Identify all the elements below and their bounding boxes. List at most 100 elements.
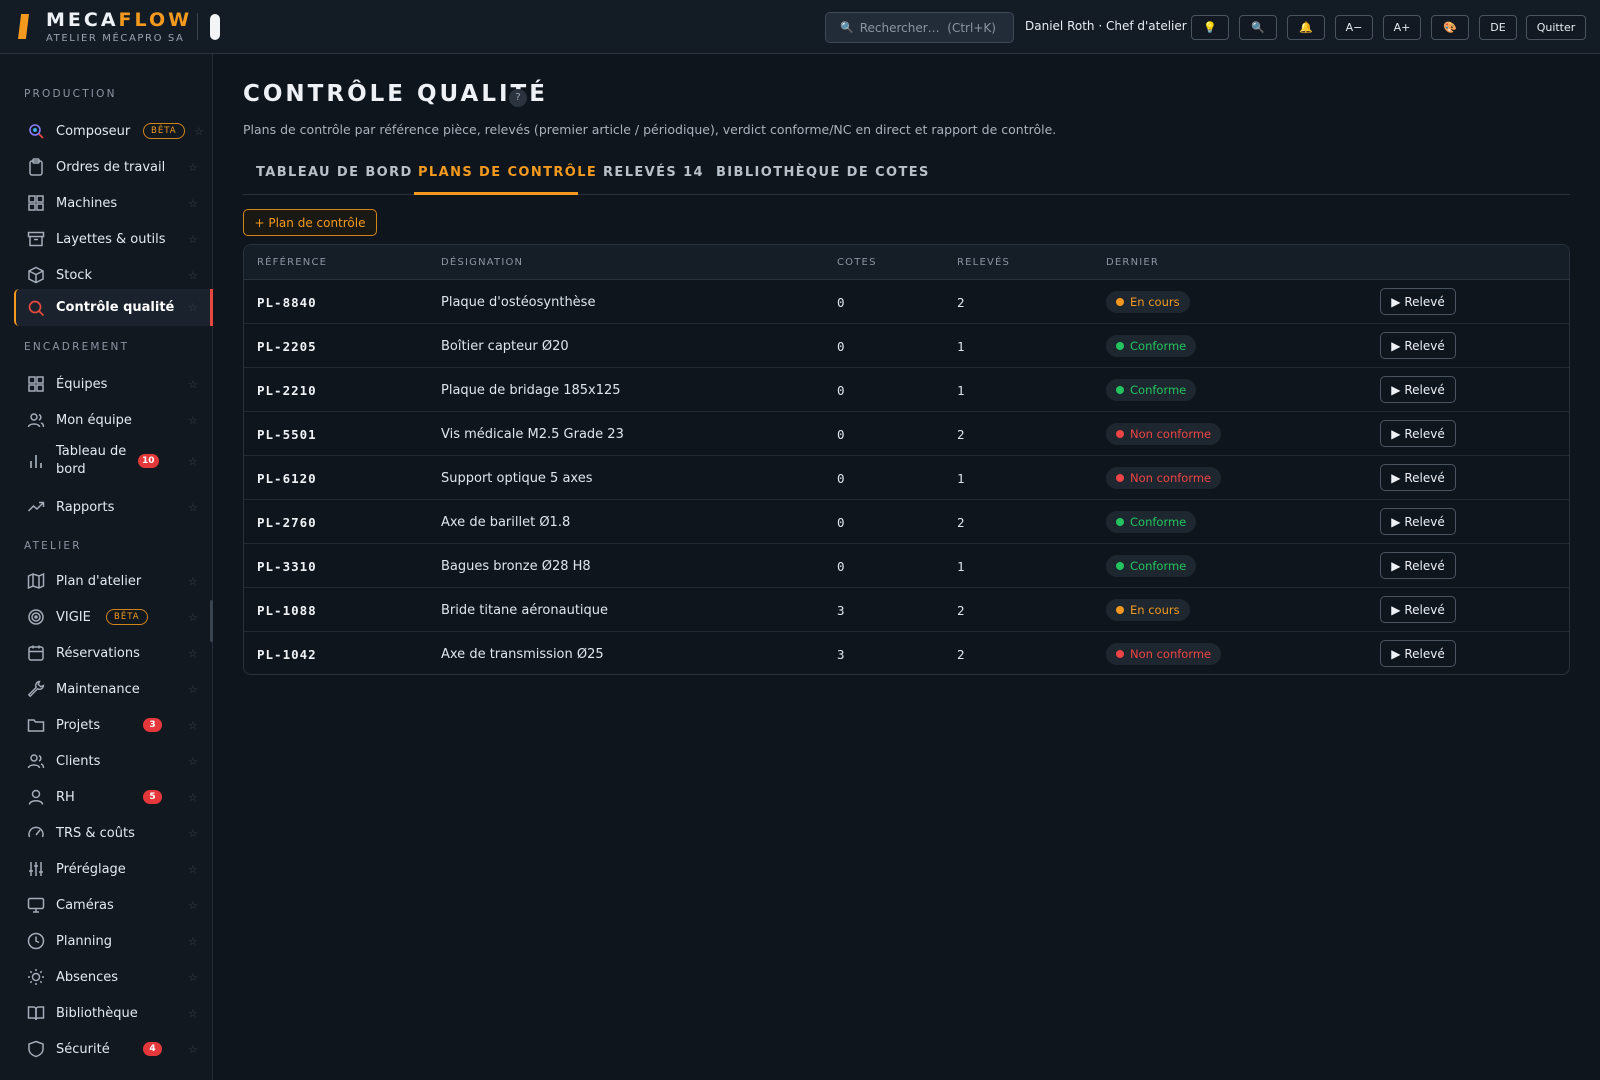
language-button[interactable]: DE (1479, 15, 1517, 40)
font-increase-button[interactable]: A+ (1383, 15, 1421, 40)
column-header-designation[interactable]: DÉSIGNATION (441, 257, 523, 268)
sidebar-item-ordres-de-travail[interactable]: Ordres de travail ☆ (14, 152, 213, 182)
releve-button[interactable]: ▶ Relevé (1380, 288, 1456, 315)
sidebar-item-equipes[interactable]: Équipes ☆ (14, 369, 213, 399)
notifications-button[interactable]: 🔔 (1287, 15, 1325, 40)
tab-tableau-de-bord[interactable]: TABLEAU DE BORD (256, 165, 413, 180)
star-icon[interactable]: ☆ (188, 827, 198, 840)
star-icon[interactable]: ☆ (188, 161, 198, 174)
sidebar-item-cameras[interactable]: Caméras ☆ (14, 890, 213, 920)
sidebar-toggle[interactable] (210, 14, 220, 40)
search-icon (28, 300, 45, 316)
table-row[interactable]: PL-1088 Bride titane aéronautique 3 2 En… (244, 588, 1569, 632)
table-row[interactable]: PL-2760 Axe de barillet Ø1.8 0 2 Conform… (244, 500, 1569, 544)
star-icon[interactable]: ☆ (188, 414, 198, 427)
star-icon[interactable]: ☆ (188, 301, 198, 314)
table-row[interactable]: PL-8840 Plaque d'ostéosynthèse 0 2 En co… (244, 280, 1569, 324)
star-icon[interactable]: ☆ (188, 575, 198, 588)
releves-cell: 1 (957, 559, 965, 574)
font-decrease-button[interactable]: A− (1335, 15, 1373, 40)
table-row[interactable]: PL-3310 Bagues bronze Ø28 H8 0 1 Conform… (244, 544, 1569, 588)
sidebar-item-machines[interactable]: Machines ☆ (14, 188, 213, 218)
releve-button[interactable]: ▶ Relevé (1380, 420, 1456, 447)
star-icon[interactable]: ☆ (188, 647, 198, 660)
star-icon[interactable]: ☆ (188, 378, 198, 391)
star-icon[interactable]: ☆ (188, 233, 198, 246)
sidebar-item-stock[interactable]: Stock ☆ (14, 260, 213, 290)
sidebar-item-plan-atelier[interactable]: Plan d'atelier ☆ (14, 566, 213, 596)
quit-button[interactable]: Quitter (1526, 15, 1586, 40)
star-icon[interactable]: ☆ (188, 863, 198, 876)
sidebar-item-label: Tableau de bord (56, 444, 127, 477)
releve-button[interactable]: ▶ Relevé (1380, 596, 1456, 623)
releve-button[interactable]: ▶ Relevé (1380, 464, 1456, 491)
search-input[interactable] (859, 20, 1010, 35)
column-header-dernier[interactable]: DERNIER (1106, 257, 1159, 268)
sidebar-item-trs-couts[interactable]: TRS & coûts ☆ (14, 818, 213, 848)
star-icon[interactable]: ☆ (188, 611, 198, 624)
sidebar-item-rh[interactable]: RH 5 ☆ (14, 782, 213, 812)
theme-button[interactable]: 🎨 (1431, 15, 1469, 40)
sidebar-item-prereglage[interactable]: Préréglage ☆ (14, 854, 213, 884)
table-row[interactable]: PL-6120 Support optique 5 axes 0 1 Non c… (244, 456, 1569, 500)
releve-button[interactable]: ▶ Relevé (1380, 376, 1456, 403)
releve-button[interactable]: ▶ Relevé (1380, 508, 1456, 535)
status-dot (1116, 606, 1124, 614)
star-icon[interactable]: ☆ (188, 971, 198, 984)
star-icon[interactable]: ☆ (188, 683, 198, 696)
sidebar-item-layettes-outils[interactable]: Layettes & outils ☆ (14, 224, 213, 254)
tips-button[interactable]: 💡 (1191, 15, 1229, 40)
sidebar-item-tableau-de-bord[interactable]: Tableau de bord 10 ☆ (14, 441, 213, 481)
add-control-plan-button[interactable]: + Plan de contrôle (243, 209, 377, 236)
sidebar-item-projets[interactable]: Projets 3 ☆ (14, 710, 213, 740)
table-row[interactable]: PL-2210 Plaque de bridage 185x125 0 1 Co… (244, 368, 1569, 412)
star-icon[interactable]: ☆ (188, 1043, 198, 1056)
table-row[interactable]: PL-2205 Boîtier capteur Ø20 0 1 Conforme… (244, 324, 1569, 368)
tab-releves[interactable]: RELEVÉS 14 (603, 165, 704, 180)
releve-button[interactable]: ▶ Relevé (1380, 640, 1456, 667)
sidebar-item-mon-equipe[interactable]: Mon équipe ☆ (14, 405, 213, 435)
column-header-releves[interactable]: RELEVÉS (957, 257, 1010, 268)
sidebar-item-controle-qualite[interactable]: Contrôle qualité ☆ (14, 289, 213, 326)
sidebar-item-bibliotheque[interactable]: Bibliothèque ☆ (14, 998, 213, 1028)
sidebar-item-rapports[interactable]: Rapports ☆ (14, 492, 213, 522)
sidebar-item-reservations[interactable]: Réservations ☆ (14, 638, 213, 668)
sidebar-item-composeur[interactable]: Composeur BÊTA ☆ (14, 116, 213, 146)
table-row[interactable]: PL-5501 Vis médicale M2.5 Grade 23 0 2 N… (244, 412, 1569, 456)
star-icon[interactable]: ☆ (188, 719, 198, 732)
cotes-cell: 3 (837, 603, 845, 618)
star-icon[interactable]: ☆ (188, 1007, 198, 1020)
star-icon[interactable]: ☆ (188, 899, 198, 912)
designation-cell: Vis médicale M2.5 Grade 23 (441, 427, 624, 442)
star-icon[interactable]: ☆ (188, 755, 198, 768)
status-badge: En cours (1106, 599, 1190, 621)
tab-plans-de-controle[interactable]: PLANS DE CONTRÔLE (418, 165, 597, 180)
star-icon[interactable]: ☆ (188, 501, 198, 514)
sidebar-item-clients[interactable]: Clients ☆ (14, 746, 213, 776)
star-icon[interactable]: ☆ (188, 791, 198, 804)
table-row[interactable]: PL-1042 Axe de transmission Ø25 3 2 Non … (244, 632, 1569, 674)
star-icon[interactable]: ☆ (188, 197, 198, 210)
status-dot (1116, 298, 1124, 306)
sidebar-item-maintenance[interactable]: Maintenance ☆ (14, 674, 213, 704)
sidebar-item-label: Réservations (56, 645, 140, 661)
top-bar: MECAFLOW ATELIER MÉCAPRO SA 🔍 Daniel Rot… (0, 0, 1600, 54)
star-icon[interactable]: ☆ (188, 935, 198, 948)
column-header-reference[interactable]: RÉFÉRENCE (257, 257, 327, 268)
releve-button[interactable]: ▶ Relevé (1380, 552, 1456, 579)
star-icon[interactable]: ☆ (188, 269, 198, 282)
releves-cell: 1 (957, 339, 965, 354)
releve-button[interactable]: ▶ Relevé (1380, 332, 1456, 359)
star-icon[interactable]: ☆ (194, 125, 204, 138)
cotes-cell: 3 (837, 647, 845, 662)
tab-bibliotheque-de-cotes[interactable]: BIBLIOTHÈQUE DE COTES (716, 165, 930, 180)
sidebar-item-absences[interactable]: Absences ☆ (14, 962, 213, 992)
column-header-cotes[interactable]: COTES (837, 257, 877, 268)
help-icon[interactable]: ? (509, 89, 527, 107)
sidebar-item-planning[interactable]: Planning ☆ (14, 926, 213, 956)
star-icon[interactable]: ☆ (188, 455, 198, 468)
sidebar-item-securite[interactable]: Sécurité 4 ☆ (14, 1034, 213, 1064)
search-box[interactable]: 🔍 (825, 12, 1014, 43)
search-button[interactable]: 🔍 (1239, 15, 1277, 40)
sidebar-item-vigie[interactable]: VIGIE BÊTA ☆ (14, 602, 213, 632)
